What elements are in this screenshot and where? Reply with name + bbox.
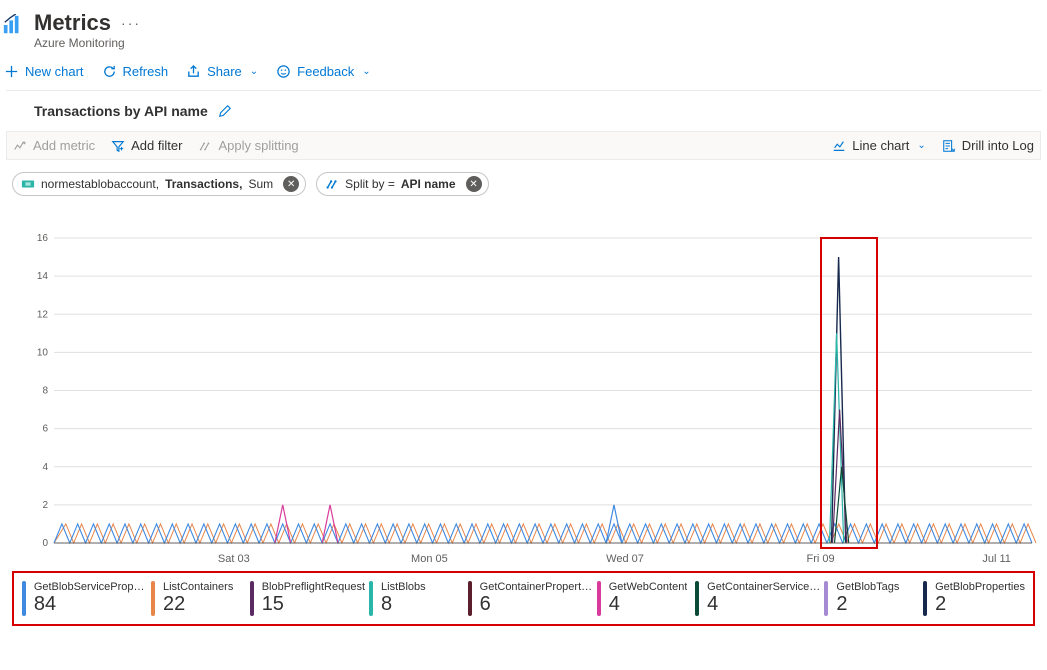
svg-text:14: 14 (37, 271, 49, 282)
svg-text:2: 2 (42, 500, 48, 511)
add-filter-button[interactable]: Add filter (111, 138, 182, 153)
legend-color-swatch (151, 581, 155, 616)
legend-series-value: 84 (34, 593, 147, 616)
chart-card: Transactions by API name Add metric Add … (6, 90, 1041, 626)
legend-series-value: 4 (609, 593, 688, 616)
legend-series-value: 15 (262, 593, 365, 616)
x-axis-tick: Mon 05 (411, 553, 448, 565)
split-pill-value: API name (401, 177, 456, 191)
split-icon (198, 139, 212, 153)
chart-title: Transactions by API name (34, 103, 208, 119)
legend-color-swatch (468, 581, 472, 616)
new-chart-button[interactable]: New chart (4, 64, 84, 79)
legend-series-name: ListBlobs (381, 581, 426, 593)
smiley-icon (276, 64, 291, 79)
split-pill-icon (325, 177, 339, 191)
legend-color-swatch (695, 581, 699, 616)
svg-text:8: 8 (42, 386, 48, 397)
x-axis-tick: Wed 07 (606, 553, 644, 565)
share-button[interactable]: Share ⌄ (186, 64, 258, 79)
legend-series-value: 2 (935, 593, 1025, 616)
x-axis-tick: Fri 09 (807, 553, 835, 565)
metric-pill-agg: Sum (248, 177, 273, 191)
chevron-down-icon: ⌄ (362, 66, 370, 77)
legend-color-swatch (369, 581, 373, 616)
remove-pill-button[interactable]: ✕ (283, 176, 299, 192)
edit-icon[interactable] (218, 104, 232, 118)
plus-icon (4, 64, 19, 79)
svg-text:6: 6 (42, 424, 48, 435)
legend-item[interactable]: ListBlobs8 (369, 581, 464, 616)
page-subtitle: Azure Monitoring (34, 36, 141, 50)
legend-item[interactable]: ListContainers22 (151, 581, 246, 616)
legend-color-swatch (250, 581, 254, 616)
legend-color-swatch (824, 581, 828, 616)
query-pills: normestablobaccount, Transactions, Sum ✕… (6, 160, 1041, 200)
logs-icon (942, 139, 956, 153)
metric-pill-scope: normestablobaccount, (41, 177, 159, 191)
x-axis-tick: Jul 11 (982, 553, 1011, 565)
line-chart[interactable]: 0 2 4 6 8 10 12 14 16 (12, 218, 1042, 553)
command-bar: New chart Refresh Share ⌄ Feedback ⌄ (0, 58, 1047, 90)
split-pill-label: Split by = (345, 177, 395, 191)
svg-text:16: 16 (37, 233, 49, 244)
svg-text:0: 0 (42, 538, 48, 549)
chevron-down-icon: ⌄ (250, 66, 258, 77)
page-header: Metrics ··· Azure Monitoring (0, 0, 1047, 58)
legend-series-name: BlobPreflightRequest (262, 581, 365, 593)
legend-series-value: 22 (163, 593, 233, 616)
share-icon (186, 64, 201, 79)
remove-pill-button[interactable]: ✕ (466, 176, 482, 192)
chart-toolbar: Add metric Add filter Apply splitting Li… (6, 131, 1041, 160)
legend-item[interactable]: GetWebContent4 (597, 581, 692, 616)
refresh-button[interactable]: Refresh (102, 64, 169, 79)
sparkle-icon (13, 139, 27, 153)
chart-type-button[interactable]: Line chart ⌄ (832, 138, 925, 153)
legend-series-value: 4 (707, 593, 820, 616)
svg-text:10: 10 (37, 347, 49, 358)
resource-icon (21, 177, 35, 191)
feedback-button[interactable]: Feedback ⌄ (276, 64, 370, 79)
legend-series-name: GetContainerServiceM... (707, 581, 820, 593)
chevron-down-icon: ⌄ (917, 140, 925, 151)
line-chart-icon (832, 139, 846, 153)
legend-item[interactable]: GetBlobTags2 (824, 581, 919, 616)
legend-item[interactable]: GetContainerServiceM...4 (695, 581, 820, 616)
apply-splitting-button[interactable]: Apply splitting (198, 138, 298, 153)
legend-series-name: GetContainerProperties (480, 581, 593, 593)
legend-series-name: ListContainers (163, 581, 233, 593)
legend-color-swatch (923, 581, 927, 616)
legend-series-name: GetBlobProperties (935, 581, 1025, 593)
legend-series-value: 6 (480, 593, 593, 616)
legend-color-swatch (597, 581, 601, 616)
drill-into-logs-button[interactable]: Drill into Log (942, 138, 1034, 153)
filter-icon (111, 139, 125, 153)
legend-item[interactable]: GetContainerProperties6 (468, 581, 593, 616)
legend-color-swatch (22, 581, 26, 616)
legend-series-value: 8 (381, 593, 426, 616)
legend-row: GetBlobServiceProper...84ListContainers2… (12, 571, 1035, 626)
x-axis-tick: Sat 03 (218, 553, 250, 565)
metric-pill-name: Transactions, (165, 177, 242, 191)
legend-series-name: GetBlobServiceProper... (34, 581, 147, 593)
svg-text:4: 4 (42, 462, 48, 473)
svg-text:12: 12 (37, 309, 49, 320)
split-pill[interactable]: Split by = API name ✕ (316, 172, 488, 196)
legend-series-name: GetBlobTags (836, 581, 899, 593)
x-axis-labels: Sat 03 Mon 05 Wed 07 Fri 09 Jul 11 (48, 553, 1031, 569)
metrics-icon (2, 14, 24, 36)
add-metric-button[interactable]: Add metric (13, 138, 95, 153)
refresh-icon (102, 64, 117, 79)
legend-item[interactable]: BlobPreflightRequest15 (250, 581, 365, 616)
more-menu[interactable]: ··· (121, 15, 141, 31)
legend-item[interactable]: GetBlobProperties2 (923, 581, 1025, 616)
legend-item[interactable]: GetBlobServiceProper...84 (22, 581, 147, 616)
legend-series-value: 2 (836, 593, 899, 616)
legend-series-name: GetWebContent (609, 581, 688, 593)
metric-pill[interactable]: normestablobaccount, Transactions, Sum ✕ (12, 172, 306, 196)
chart-area: 0 2 4 6 8 10 12 14 16 (12, 218, 1035, 553)
page-title: Metrics (34, 10, 111, 36)
